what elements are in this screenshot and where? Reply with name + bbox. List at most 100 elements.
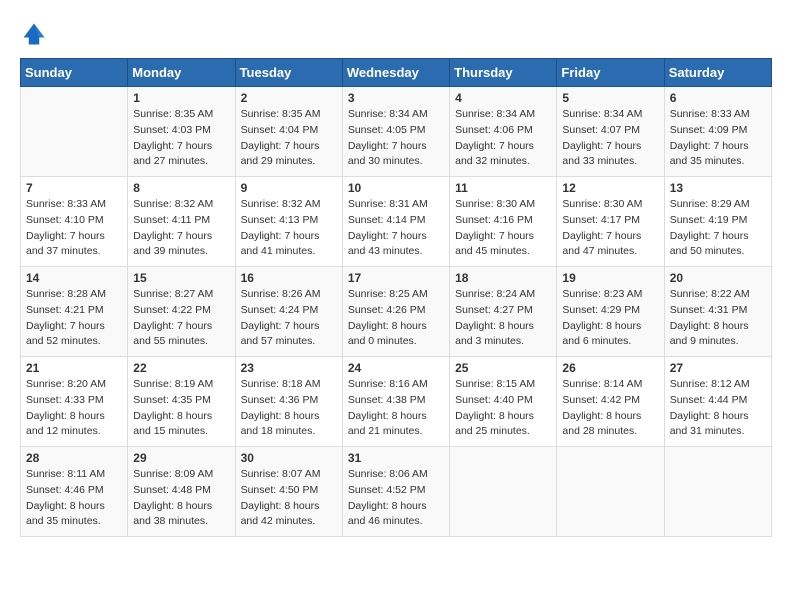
day-info: Sunrise: 8:35 AMSunset: 4:03 PMDaylight:… <box>133 107 229 170</box>
day-info: Sunrise: 8:11 AMSunset: 4:46 PMDaylight:… <box>26 467 122 530</box>
day-number: 20 <box>670 271 766 285</box>
logo <box>20 20 52 48</box>
day-cell <box>557 447 664 537</box>
day-cell: 5 Sunrise: 8:34 AMSunset: 4:07 PMDaylight… <box>557 87 664 177</box>
week-row-2: 7 Sunrise: 8:33 AMSunset: 4:10 PMDaylight… <box>21 177 772 267</box>
day-number: 8 <box>133 181 229 195</box>
day-info: Sunrise: 8:34 AMSunset: 4:05 PMDaylight:… <box>348 107 444 170</box>
day-cell: 9Sunrise: 8:32 AMSunset: 4:13 PMDaylight… <box>235 177 342 267</box>
day-number: 24 <box>348 361 444 375</box>
day-cell: 25Sunrise: 8:15 AMSunset: 4:40 PMDayligh… <box>450 357 557 447</box>
day-number: 30 <box>241 451 337 465</box>
day-number: 11 <box>455 181 551 195</box>
header-cell-thursday: Thursday <box>450 59 557 87</box>
day-info: Sunrise: 8:16 AMSunset: 4:38 PMDaylight:… <box>348 377 444 440</box>
header-cell-tuesday: Tuesday <box>235 59 342 87</box>
day-cell: 28Sunrise: 8:11 AMSunset: 4:46 PMDayligh… <box>21 447 128 537</box>
week-row-1: 1 Sunrise: 8:35 AMSunset: 4:03 PMDaylight… <box>21 87 772 177</box>
day-number: 17 <box>348 271 444 285</box>
day-number: 4 <box>455 91 551 105</box>
day-cell: 31 Sunrise: 8:06 AMSunset: 4:52 PMDayligh… <box>342 447 449 537</box>
day-info: Sunrise: 8:29 AMSunset: 4:19 PMDaylight:… <box>670 197 766 260</box>
day-info: Sunrise: 8:24 AMSunset: 4:27 PMDaylight:… <box>455 287 551 350</box>
week-row-5: 28Sunrise: 8:11 AMSunset: 4:46 PMDayligh… <box>21 447 772 537</box>
calendar-table: SundayMondayTuesdayWednesdayThursdayFrid… <box>20 58 772 537</box>
day-cell: 21 Sunrise: 8:20 AMSunset: 4:33 PMDayligh… <box>21 357 128 447</box>
day-cell: 22 Sunrise: 8:19 AMSunset: 4:35 PMDayligh… <box>128 357 235 447</box>
day-cell: 10 Sunrise: 8:31 AMSunset: 4:14 PMDayligh… <box>342 177 449 267</box>
day-cell: 11 Sunrise: 8:30 AMSunset: 4:16 PMDayligh… <box>450 177 557 267</box>
day-number: 21 <box>26 361 122 375</box>
day-number: 9 <box>241 181 337 195</box>
day-info: Sunrise: 8:14 AMSunset: 4:42 PMDaylight:… <box>562 377 658 440</box>
day-number: 16 <box>241 271 337 285</box>
day-info: Sunrise: 8:18 AMSunset: 4:36 PMDaylight:… <box>241 377 337 440</box>
week-row-4: 21 Sunrise: 8:20 AMSunset: 4:33 PMDayligh… <box>21 357 772 447</box>
page-header <box>20 20 772 48</box>
day-number: 12 <box>562 181 658 195</box>
day-info: Sunrise: 8:35 AMSunset: 4:04 PMDaylight:… <box>241 107 337 170</box>
day-cell: 26 Sunrise: 8:14 AMSunset: 4:42 PMDayligh… <box>557 357 664 447</box>
day-number: 7 <box>26 181 122 195</box>
day-number: 6 <box>670 91 766 105</box>
day-cell: 4 Sunrise: 8:34 AMSunset: 4:06 PMDaylight… <box>450 87 557 177</box>
day-number: 26 <box>562 361 658 375</box>
day-number: 22 <box>133 361 229 375</box>
logo-icon <box>20 20 48 48</box>
day-number: 23 <box>241 361 337 375</box>
day-number: 2 <box>241 91 337 105</box>
day-cell: 7 Sunrise: 8:33 AMSunset: 4:10 PMDaylight… <box>21 177 128 267</box>
day-info: Sunrise: 8:20 AMSunset: 4:33 PMDaylight:… <box>26 377 122 440</box>
day-info: Sunrise: 8:30 AMSunset: 4:17 PMDaylight:… <box>562 197 658 260</box>
header-cell-sunday: Sunday <box>21 59 128 87</box>
day-cell: 27Sunrise: 8:12 AMSunset: 4:44 PMDayligh… <box>664 357 771 447</box>
day-cell: 17 Sunrise: 8:25 AMSunset: 4:26 PMDayligh… <box>342 267 449 357</box>
day-number: 10 <box>348 181 444 195</box>
day-number: 18 <box>455 271 551 285</box>
header-cell-wednesday: Wednesday <box>342 59 449 87</box>
day-cell: 24 Sunrise: 8:16 AMSunset: 4:38 PMDayligh… <box>342 357 449 447</box>
day-number: 1 <box>133 91 229 105</box>
day-number: 5 <box>562 91 658 105</box>
day-cell: 8 Sunrise: 8:32 AMSunset: 4:11 PMDaylight… <box>128 177 235 267</box>
day-info: Sunrise: 8:31 AMSunset: 4:14 PMDaylight:… <box>348 197 444 260</box>
day-number: 29 <box>133 451 229 465</box>
day-number: 13 <box>670 181 766 195</box>
day-info: Sunrise: 8:22 AMSunset: 4:31 PMDaylight:… <box>670 287 766 350</box>
day-cell: 2 Sunrise: 8:35 AMSunset: 4:04 PMDaylight… <box>235 87 342 177</box>
day-cell: 16 Sunrise: 8:26 AMSunset: 4:24 PMDayligh… <box>235 267 342 357</box>
day-number: 19 <box>562 271 658 285</box>
day-info: Sunrise: 8:26 AMSunset: 4:24 PMDaylight:… <box>241 287 337 350</box>
day-info: Sunrise: 8:32 AMSunset: 4:11 PMDaylight:… <box>133 197 229 260</box>
day-number: 31 <box>348 451 444 465</box>
day-number: 14 <box>26 271 122 285</box>
day-info: Sunrise: 8:33 AMSunset: 4:10 PMDaylight:… <box>26 197 122 260</box>
day-cell: 29Sunrise: 8:09 AMSunset: 4:48 PMDayligh… <box>128 447 235 537</box>
day-cell: 13 Sunrise: 8:29 AMSunset: 4:19 PMDayligh… <box>664 177 771 267</box>
day-info: Sunrise: 8:19 AMSunset: 4:35 PMDaylight:… <box>133 377 229 440</box>
day-number: 27 <box>670 361 766 375</box>
calendar-body: 1 Sunrise: 8:35 AMSunset: 4:03 PMDaylight… <box>21 87 772 537</box>
day-info: Sunrise: 8:34 AMSunset: 4:07 PMDaylight:… <box>562 107 658 170</box>
header-cell-monday: Monday <box>128 59 235 87</box>
day-number: 15 <box>133 271 229 285</box>
day-info: Sunrise: 8:34 AMSunset: 4:06 PMDaylight:… <box>455 107 551 170</box>
day-cell: 6Sunrise: 8:33 AMSunset: 4:09 PMDaylight… <box>664 87 771 177</box>
day-cell: 1 Sunrise: 8:35 AMSunset: 4:03 PMDaylight… <box>128 87 235 177</box>
day-number: 3 <box>348 91 444 105</box>
day-info: Sunrise: 8:25 AMSunset: 4:26 PMDaylight:… <box>348 287 444 350</box>
day-cell: 23 Sunrise: 8:18 AMSunset: 4:36 PMDayligh… <box>235 357 342 447</box>
day-info: Sunrise: 8:27 AMSunset: 4:22 PMDaylight:… <box>133 287 229 350</box>
day-cell <box>21 87 128 177</box>
day-cell: 12 Sunrise: 8:30 AMSunset: 4:17 PMDayligh… <box>557 177 664 267</box>
week-row-3: 14Sunrise: 8:28 AMSunset: 4:21 PMDayligh… <box>21 267 772 357</box>
day-cell: 19Sunrise: 8:23 AMSunset: 4:29 PMDayligh… <box>557 267 664 357</box>
day-cell: 20 Sunrise: 8:22 AMSunset: 4:31 PMDayligh… <box>664 267 771 357</box>
day-info: Sunrise: 8:30 AMSunset: 4:16 PMDaylight:… <box>455 197 551 260</box>
day-cell <box>450 447 557 537</box>
day-info: Sunrise: 8:06 AMSunset: 4:52 PMDaylight:… <box>348 467 444 530</box>
day-cell: 3 Sunrise: 8:34 AMSunset: 4:05 PMDaylight… <box>342 87 449 177</box>
day-cell: 18 Sunrise: 8:24 AMSunset: 4:27 PMDayligh… <box>450 267 557 357</box>
day-cell: 14Sunrise: 8:28 AMSunset: 4:21 PMDayligh… <box>21 267 128 357</box>
day-info: Sunrise: 8:15 AMSunset: 4:40 PMDaylight:… <box>455 377 551 440</box>
